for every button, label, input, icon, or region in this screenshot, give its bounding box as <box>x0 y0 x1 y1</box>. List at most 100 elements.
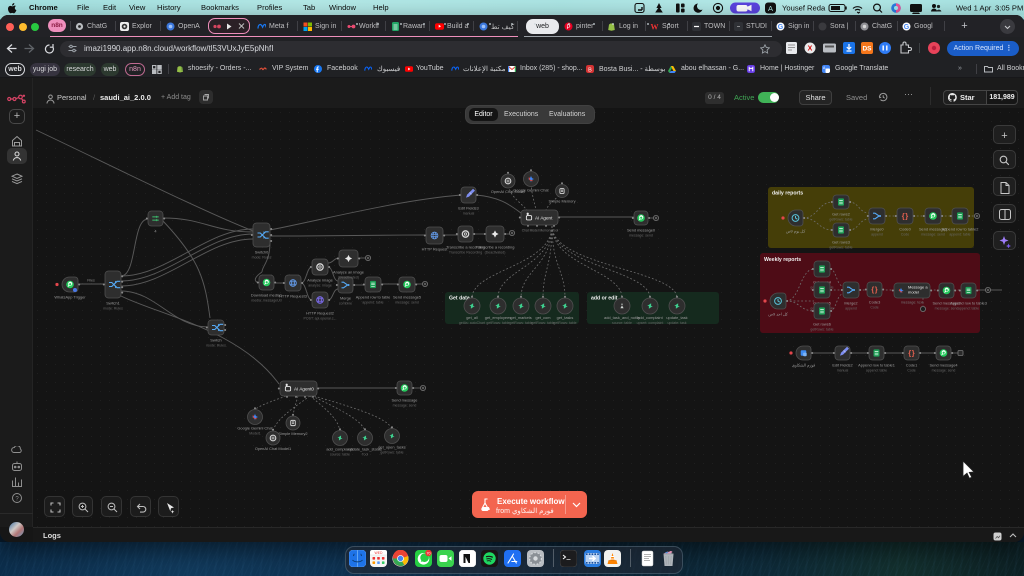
svg-text:message: send: message: send <box>393 403 417 407</box>
svg-text:OpenAI Chat Model1: OpenAI Chat Model1 <box>255 446 291 451</box>
svg-text:Code: Code <box>870 305 878 309</box>
svg-text:Get rows6: Get rows6 <box>813 322 831 327</box>
svg-text:Merge2: Merge2 <box>844 301 857 306</box>
svg-text:getAs: autoChart: getAs: autoChart <box>459 321 485 325</box>
svg-text:update: task: update: task <box>667 321 686 325</box>
svg-text:get_all: get_all <box>466 315 478 320</box>
svg-text:append: table: append: table <box>362 300 383 304</box>
svg-text:Simple Memory: Simple Memory <box>548 199 575 204</box>
svg-text:update_task_status: update_task_status <box>348 447 382 452</box>
svg-text:HTTP Request3: HTTP Request3 <box>279 294 307 299</box>
svg-text:append: table: append: table <box>958 306 979 310</box>
svg-text:add_complaint: add_complaint <box>637 315 663 320</box>
svg-text:get_open_tasks: get_open_tasks <box>378 445 406 450</box>
svg-text:Download media1: Download media1 <box>251 293 282 298</box>
svg-text:append: append <box>871 232 883 236</box>
svg-text:X: X <box>808 45 813 52</box>
svg-text:Send message4: Send message4 <box>929 363 958 368</box>
svg-text:3:05 PM: 3:05 PM <box>995 4 1023 13</box>
svg-text:get_tasks: get_tasks <box>557 315 574 320</box>
svg-text:AI Agent0: AI Agent0 <box>294 387 314 392</box>
svg-text:}: } <box>912 349 915 358</box>
svg-text:append: append <box>845 306 857 310</box>
svg-text:Analyze image: Analyze image <box>307 278 333 283</box>
svg-text:Append row to table2: Append row to table2 <box>942 227 979 232</box>
svg-text:combine: combine <box>339 301 352 305</box>
svg-text:Send message0: Send message0 <box>627 228 656 233</box>
svg-text:getRows: table: getRows: table <box>829 245 852 249</box>
svg-text:كل يوم 9ص: كل يوم 9ص <box>786 229 806 234</box>
svg-text:Code3: Code3 <box>869 300 880 305</box>
svg-text:add_task_and_notify: add_task_and_notify <box>604 315 640 320</box>
svg-text:Code0: Code0 <box>899 227 911 232</box>
svg-text:upsert: complaint: upsert: complaint <box>637 321 664 325</box>
svg-text:G: G <box>778 24 784 31</box>
svg-text:source: table: source: table <box>612 321 632 325</box>
svg-text:Analyze an image: Analyze an image <box>333 270 364 275</box>
svg-text:Model1: Model1 <box>249 432 261 436</box>
svg-text:message: send: message: send <box>629 233 653 237</box>
svg-text:Transcribe Recording: Transcribe Recording <box>449 250 482 254</box>
svg-text:}: } <box>875 285 878 294</box>
svg-text:AI Agent: AI Agent <box>535 216 553 221</box>
svg-text:G: G <box>904 24 910 31</box>
svg-text:getRows: table: getRows: table <box>829 217 852 221</box>
svg-text:W: W <box>651 22 659 31</box>
svg-text:getRows: table: getRows: table <box>531 321 554 325</box>
svg-text:mode: Rules: mode: Rules <box>252 255 272 259</box>
svg-text:model: model <box>908 290 919 295</box>
svg-text:B: B <box>588 67 592 73</box>
svg-text:Edit Fields2: Edit Fields2 <box>832 363 852 368</box>
svg-text:getRows: table: getRows: table <box>553 321 576 325</box>
svg-text:Files: Files <box>87 279 95 283</box>
svg-text:فورم الشكاوي: فورم الشكاوي <box>792 363 815 368</box>
svg-text:Get rows2: Get rows2 <box>832 212 850 217</box>
svg-text:Simple Memory2: Simple Memory2 <box>278 431 307 436</box>
svg-text:manual: manual <box>463 211 475 215</box>
svg-text:Append row to table: Append row to table <box>356 295 391 300</box>
svg-text:Append row to table3: Append row to table3 <box>950 301 987 306</box>
svg-text:Send message5: Send message5 <box>393 295 421 300</box>
svg-text:daily reports: daily reports <box>772 191 803 197</box>
svg-text:Transcribe a recording: Transcribe a recording <box>476 245 515 250</box>
svg-text:Edit Fields3: Edit Fields3 <box>458 206 478 211</box>
svg-text:manual: manual <box>837 368 849 372</box>
svg-text:70: 70 <box>427 551 431 555</box>
svg-text:message: send: message: send <box>395 300 419 304</box>
svg-text:Merge: Merge <box>340 296 351 301</box>
svg-text:update_task: update_task <box>666 315 687 320</box>
svg-text:get_markets: get_markets <box>510 315 531 320</box>
svg-text:message: send: message: send <box>935 306 959 310</box>
svg-text:WED: WED <box>374 551 382 555</box>
svg-text:DS: DS <box>862 45 872 52</box>
svg-text:mode: Rules: mode: Rules <box>103 306 123 310</box>
svg-text:P: P <box>566 24 570 30</box>
svg-text:Google Gemini Chat: Google Gemini Chat <box>237 426 273 431</box>
svg-text:POST: api.openai.c...: POST: api.openai.c... <box>304 316 337 320</box>
svg-text:message: text: message: text <box>901 301 923 305</box>
svg-text:Chat Model Memory Tool: Chat Model Memory Tool <box>522 229 559 233</box>
svg-text:Merge0: Merge0 <box>870 227 884 232</box>
svg-text:Weekly reports: Weekly reports <box>764 257 801 263</box>
svg-text:Tool: Tool <box>362 453 369 457</box>
svg-text:getRows: table: getRows: table <box>486 321 509 325</box>
svg-text:(Deactivated): (Deactivated) <box>485 250 506 254</box>
svg-text:Code: Code <box>901 232 909 236</box>
svg-text:get_employees: get_employees <box>485 315 511 320</box>
svg-text:A: A <box>768 4 773 13</box>
svg-text:Yousef Reda: Yousef Reda <box>782 4 826 13</box>
svg-text:Get rows3: Get rows3 <box>832 240 850 245</box>
svg-text:Code: Code <box>907 368 915 372</box>
svg-text:Wed 1 Apr: Wed 1 Apr <box>956 4 992 13</box>
svg-text:~: ~ <box>737 24 741 30</box>
svg-text:4: 4 <box>154 229 157 234</box>
svg-text:mode: Rules: mode: Rules <box>206 343 226 347</box>
svg-text:كل احد 9ص: كل احد 9ص <box>768 312 788 317</box>
svg-text:HTTP Request2: HTTP Request2 <box>306 311 334 316</box>
svg-text:Send message: Send message <box>392 398 418 403</box>
svg-text:getRows: table: getRows: table <box>380 451 403 455</box>
svg-text:media: messageUrl: media: messageUrl <box>251 298 281 302</box>
svg-text:(Deactivated): (Deactivated) <box>338 275 359 279</box>
svg-text:HTTP Request: HTTP Request <box>422 247 449 252</box>
svg-text:append: table: append: table <box>949 232 970 236</box>
